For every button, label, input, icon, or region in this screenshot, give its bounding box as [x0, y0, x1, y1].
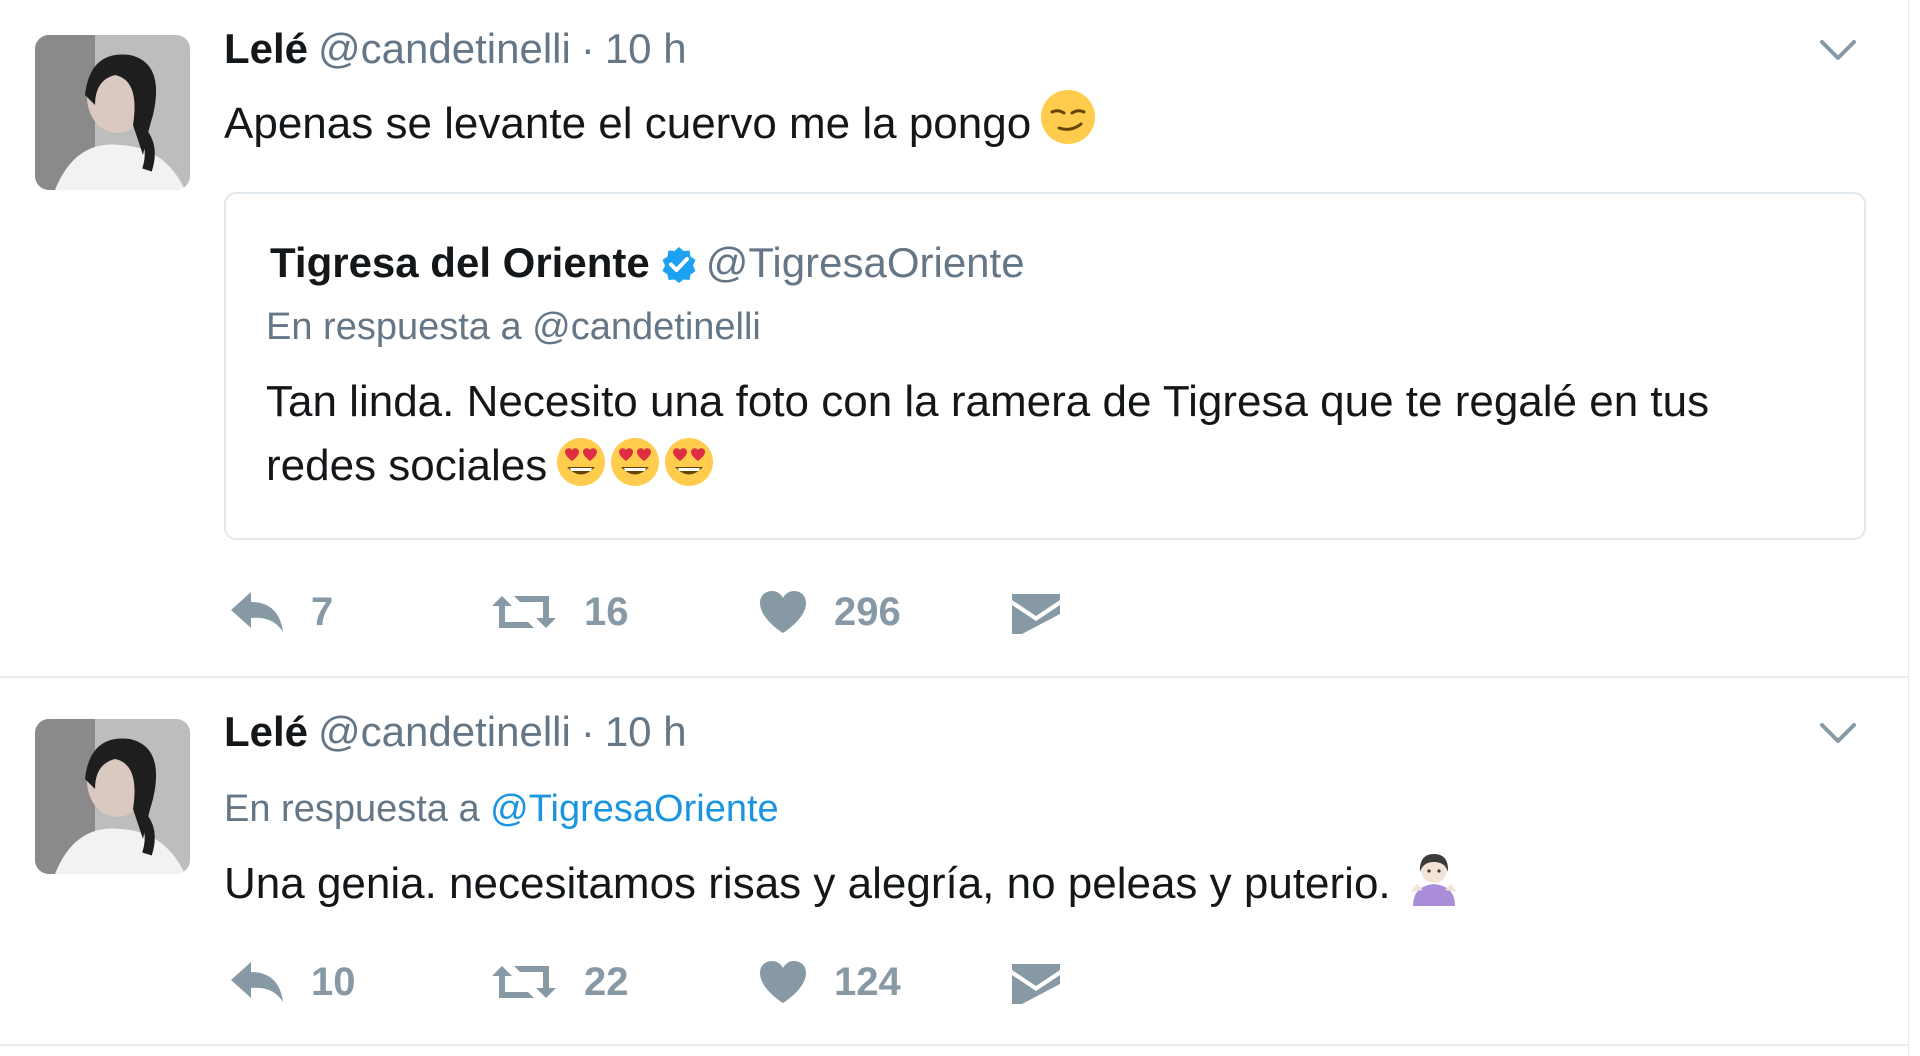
heart-icon [758, 589, 808, 635]
retweet-button[interactable]: 16 [490, 582, 629, 642]
avatar[interactable] [35, 35, 190, 190]
like-count: 296 [834, 589, 901, 634]
like-count: 124 [834, 959, 901, 1004]
retweet-button[interactable]: 22 [490, 952, 629, 1012]
retweet-icon [490, 590, 558, 634]
heart-eyes-emoji [663, 436, 715, 506]
quoted-author-handle: @TigresaOriente [705, 239, 1025, 286]
retweet-count: 16 [584, 589, 629, 634]
timeline-border [1908, 0, 1909, 1056]
direct-message-button[interactable] [1010, 952, 1062, 1012]
reply-button[interactable]: 7 [229, 582, 333, 642]
tweet-header: Lelé @candetinelli · 10 h [224, 707, 687, 757]
quoted-author-name: Tigresa del Oriente [270, 239, 650, 286]
author-handle[interactable]: @candetinelli [318, 708, 571, 755]
tweet-actions-spacer-2 [224, 883, 1124, 943]
reply-icon [229, 590, 285, 634]
person-shrugging-emoji [1409, 850, 1459, 924]
timestamp[interactable]: 10 h [605, 708, 687, 755]
like-button[interactable]: 296 [758, 582, 901, 642]
timeline: Lelé @candetinelli · 10 h Apenas se levante… [0, 0, 1909, 1056]
chevron-down-icon[interactable] [1818, 713, 1858, 753]
separator: · [580, 708, 595, 755]
timestamp[interactable]: 10 h [605, 25, 687, 72]
reply-button[interactable]: 10 [229, 952, 356, 1012]
tweet[interactable]: Lelé @candetinelli · 10 h Apenas se levante… [0, 0, 1908, 678]
tweet-text: Apenas se levante el cuervo me la pongo [224, 88, 1097, 164]
tweet-actions: 10 22 124 [224, 952, 1124, 1012]
quoted-header: Tigresa del Oriente @TigresaOriente [270, 238, 1025, 294]
heart-eyes-emoji [609, 436, 661, 506]
reply-count: 10 [311, 959, 356, 1004]
chevron-down-icon[interactable] [1818, 30, 1858, 70]
reply-icon [229, 960, 285, 1004]
avatar[interactable] [35, 719, 190, 874]
quoted-tweet[interactable]: Tigresa del Oriente @TigresaOriente En r… [224, 192, 1866, 540]
quoted-text: Tan linda. Necesito una foto con la rame… [266, 370, 1826, 506]
direct-message-button[interactable] [1010, 582, 1062, 642]
envelope-icon [1010, 958, 1062, 1006]
quoted-text-line2: redes sociales [266, 441, 548, 490]
reply-count: 7 [311, 589, 334, 634]
tweet-header: Lelé @candetinelli · 10 h [224, 24, 687, 74]
retweet-count: 22 [584, 959, 629, 1004]
quoted-text-line1: Tan linda. Necesito una foto con la rame… [266, 377, 1710, 426]
reply-prefix: En respuesta a [266, 306, 522, 348]
verified-badge-icon [660, 244, 698, 294]
retweet-icon [490, 960, 558, 1004]
tweet-text-content: Apenas se levante el cuervo me la pongo [224, 99, 1032, 148]
author-name[interactable]: Lelé [224, 25, 308, 72]
envelope-icon [1010, 588, 1062, 636]
tweet[interactable]: Lelé @candetinelli · 10 h En respuesta a @T… [0, 678, 1908, 1046]
like-button[interactable]: 124 [758, 952, 901, 1012]
reply-to-handle: @candetinelli [532, 306, 761, 348]
tweet-actions-spacer [224, 774, 1124, 834]
separator: · [580, 25, 595, 72]
smirking-face-emoji [1039, 88, 1097, 164]
tweet-actions: 7 16 296 [224, 582, 1124, 642]
heart-icon [758, 959, 808, 1005]
heart-eyes-emoji [555, 436, 607, 506]
author-handle[interactable]: @candetinelli [318, 25, 571, 72]
author-name[interactable]: Lelé [224, 708, 308, 755]
quoted-reply-context: En respuesta a @candetinelli [266, 306, 761, 349]
